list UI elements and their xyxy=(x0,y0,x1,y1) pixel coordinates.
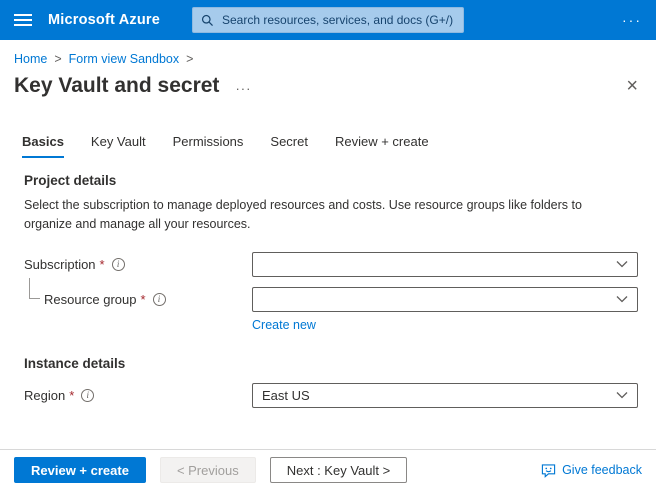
chevron-down-icon xyxy=(616,295,628,303)
feedback-icon xyxy=(541,463,556,478)
azure-brand[interactable]: Microsoft Azure xyxy=(48,12,160,28)
tab-review-create[interactable]: Review + create xyxy=(335,134,429,158)
info-icon[interactable]: i xyxy=(153,293,166,306)
region-dropdown[interactable]: East US xyxy=(252,383,638,408)
breadcrumb-separator: > xyxy=(186,52,193,66)
title-more-icon[interactable]: ··· xyxy=(235,81,251,96)
give-feedback-label: Give feedback xyxy=(562,463,642,477)
next-button[interactable]: Next : Key Vault > xyxy=(270,457,407,483)
section-heading-instance-details: Instance details xyxy=(24,356,638,371)
subscription-dropdown[interactable] xyxy=(252,252,638,277)
search-input[interactable] xyxy=(220,12,455,28)
resource-group-row: Resource group * i xyxy=(24,287,638,312)
close-icon[interactable]: × xyxy=(626,76,638,96)
breadcrumb-item-form-view-sandbox[interactable]: Form view Sandbox xyxy=(69,52,179,66)
tab-key-vault[interactable]: Key Vault xyxy=(91,134,146,158)
region-value: East US xyxy=(262,388,310,403)
hamburger-menu-icon[interactable] xyxy=(14,14,32,26)
previous-button[interactable]: < Previous xyxy=(160,457,256,483)
tab-permissions[interactable]: Permissions xyxy=(173,134,244,158)
region-label: Region * i xyxy=(24,388,252,403)
region-row: Region * i East US xyxy=(24,383,638,408)
breadcrumb-separator: > xyxy=(54,52,61,66)
required-mark: * xyxy=(141,292,146,307)
tab-secret[interactable]: Secret xyxy=(270,134,308,158)
chevron-down-icon xyxy=(616,391,628,399)
section-heading-project-details: Project details xyxy=(24,173,638,188)
form-content: Project details Select the subscription … xyxy=(0,173,656,408)
resource-group-label: Resource group * i xyxy=(24,292,252,307)
title-row: Key Vault and secret ··· × xyxy=(0,66,656,98)
breadcrumb-item-home[interactable]: Home xyxy=(14,52,47,66)
page-title: Key Vault and secret xyxy=(14,74,219,98)
azure-portal-window: Microsoft Azure ··· Home > Form view Sandb… xyxy=(0,0,656,490)
topbar-more-icon[interactable]: ··· xyxy=(622,12,642,28)
required-mark: * xyxy=(100,257,105,272)
search-icon xyxy=(201,14,214,27)
info-icon[interactable]: i xyxy=(112,258,125,271)
info-icon[interactable]: i xyxy=(81,389,94,402)
project-details-description: Select the subscription to manage deploy… xyxy=(24,196,632,234)
subscription-label: Subscription * i xyxy=(24,257,252,272)
global-search[interactable] xyxy=(192,7,464,33)
resource-group-dropdown[interactable] xyxy=(252,287,638,312)
required-mark: * xyxy=(69,388,74,403)
topbar: Microsoft Azure ··· xyxy=(0,0,656,40)
create-new-row: Create new xyxy=(252,318,638,332)
create-new-link[interactable]: Create new xyxy=(252,318,316,332)
give-feedback-link[interactable]: Give feedback xyxy=(541,463,642,478)
subscription-row: Subscription * i xyxy=(24,252,638,277)
footer-bar: Review + create < Previous Next : Key Va… xyxy=(0,449,656,490)
tab-bar: Basics Key Vault Permissions Secret Revi… xyxy=(22,134,656,158)
resource-group-connector xyxy=(29,278,40,299)
chevron-down-icon xyxy=(616,260,628,268)
tab-basics[interactable]: Basics xyxy=(22,134,64,158)
breadcrumb: Home > Form view Sandbox > xyxy=(0,40,656,66)
review-create-button[interactable]: Review + create xyxy=(14,457,146,483)
